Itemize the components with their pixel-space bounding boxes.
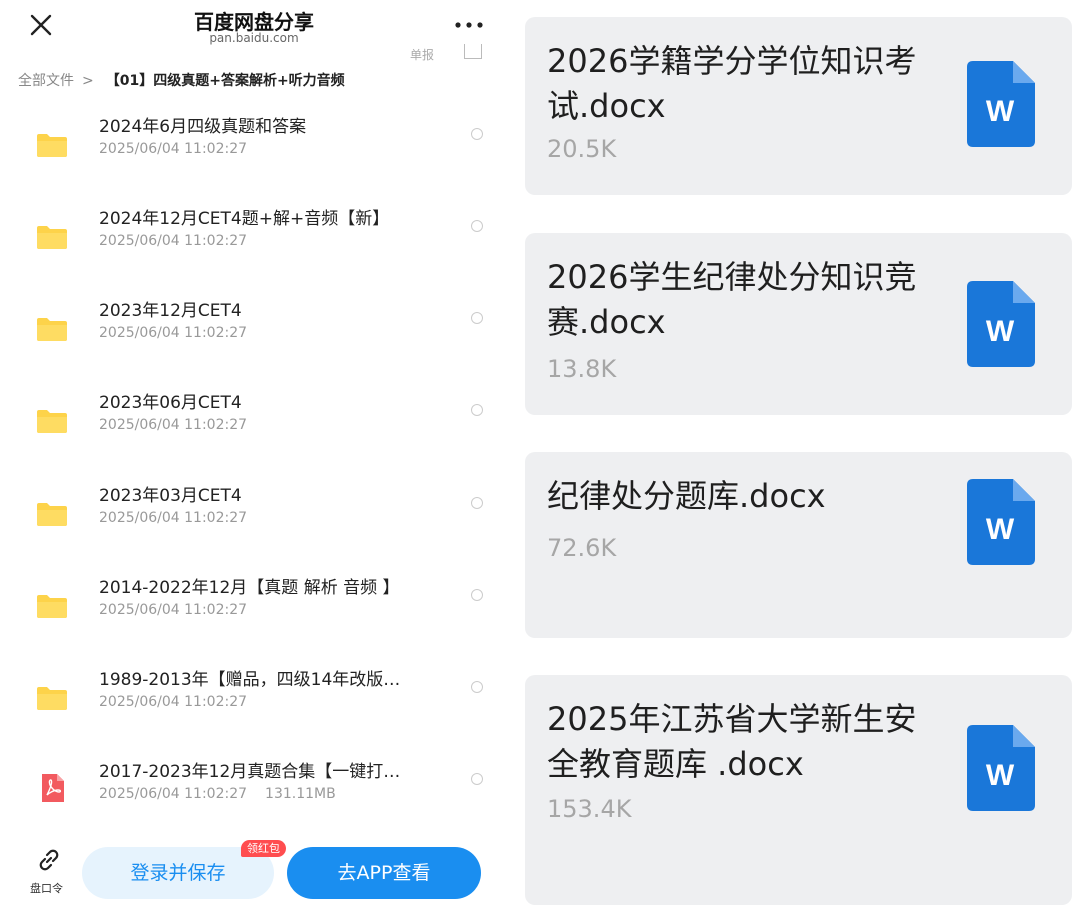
file-row[interactable]: 2017-2023年12月真题合集【一键打… 2025/06/04 11:02:2…: [0, 757, 508, 837]
doc-name[interactable]: 2026学籍学分学位知识考试.docx: [547, 39, 927, 129]
file-row[interactable]: 2023年03月CET4 2025/06/04 11:02:27: [0, 481, 508, 561]
folder-icon: [37, 134, 67, 157]
folder-icon: [37, 226, 67, 249]
word-letter: W: [986, 513, 1015, 546]
file-date: 2025/06/04 11:02:27: [99, 417, 248, 433]
file-name[interactable]: 2023年03月CET4: [99, 481, 242, 506]
breadcrumb-separator: >: [82, 73, 94, 89]
link-icon[interactable]: [36, 847, 62, 873]
doc-size: 72.6K: [547, 534, 617, 562]
doc-size: 20.5K: [547, 135, 617, 163]
file-date: 2025/06/04 11:02:27: [99, 786, 248, 802]
doc-size: 13.8K: [547, 355, 617, 383]
file-row[interactable]: 2023年06月CET4 2025/06/04 11:02:27: [0, 388, 508, 468]
file-name[interactable]: 2014-2022年12月【真题 解析 音频 】: [99, 573, 400, 598]
file-meta: 2025/06/04 11:02:27: [99, 694, 247, 710]
file-name[interactable]: 2024年12月CET4题+解+音频【新】: [99, 204, 389, 229]
file-name[interactable]: 2023年06月CET4: [99, 388, 242, 413]
file-meta: 2025/06/04 11:02:27: [99, 510, 247, 526]
top-bar: 百度网盘分享 pan.baidu.com 单报: [0, 0, 508, 62]
doc-name[interactable]: 2026学生纪律处分知识竞赛.docx: [547, 255, 927, 345]
red-packet-badge: 领红包: [241, 840, 286, 857]
word-letter: W: [986, 95, 1015, 128]
file-row[interactable]: 1989-2013年【赠品，四级14年改版… 2025/06/04 11:02:2…: [0, 665, 508, 745]
file-row[interactable]: 2023年12月CET4 2025/06/04 11:02:27: [0, 296, 508, 376]
document-list-panel: 2026学籍学分学位知识考试.docx 20.5K W 2026学生纪律处分知识竞赛.…: [508, 0, 1080, 921]
select-radio[interactable]: [471, 312, 483, 324]
file-meta: 2025/06/04 11:02:27: [99, 602, 247, 618]
folder-icon: [37, 410, 67, 433]
file-meta: 2025/06/04 11:02:27: [99, 141, 247, 157]
file-date: 2025/06/04 11:02:27: [99, 694, 248, 710]
file-name[interactable]: 2023年12月CET4: [99, 296, 242, 321]
folder-icon: [37, 503, 67, 526]
word-doc-icon: W: [967, 479, 1035, 565]
select-radio[interactable]: [471, 497, 483, 509]
breadcrumb-current: 【01】四级真题+答案解析+听力音频: [105, 73, 345, 89]
doc-name[interactable]: 2025年江苏省大学新生安全教育题库 .docx: [547, 697, 927, 787]
file-meta: 2025/06/04 11:02:27 131.11MB: [99, 786, 336, 802]
doc-name[interactable]: 纪律处分题库.docx: [547, 474, 927, 519]
select-radio[interactable]: [471, 404, 483, 416]
more-icon[interactable]: [455, 22, 483, 28]
file-name[interactable]: 2017-2023年12月真题合集【一键打…: [99, 757, 400, 782]
folder-icon: [37, 318, 67, 341]
word-letter: W: [986, 315, 1015, 348]
select-radio[interactable]: [471, 589, 483, 601]
select-radio[interactable]: [471, 128, 483, 140]
pdf-icon: [42, 774, 64, 802]
folder-icon: [37, 595, 67, 618]
file-date: 2025/06/04 11:02:27: [99, 510, 248, 526]
word-letter: W: [986, 759, 1015, 792]
file-meta: 2025/06/04 11:02:27: [99, 325, 247, 341]
word-doc-icon: W: [967, 725, 1035, 811]
word-doc-icon: W: [967, 281, 1035, 367]
file-name[interactable]: 2024年6月四级真题和答案: [99, 112, 306, 137]
doc-card[interactable]: 2025年江苏省大学新生安全教育题库 .docx 153.4K W: [525, 675, 1072, 905]
file-row[interactable]: 2014-2022年12月【真题 解析 音频 】 2025/06/04 11:02…: [0, 573, 508, 653]
file-row[interactable]: 2024年6月四级真题和答案 2025/06/04 11:02:27: [0, 112, 508, 192]
file-size: 131.11MB: [265, 786, 336, 802]
site-url: pan.baidu.com: [209, 31, 299, 45]
select-radio[interactable]: [471, 681, 483, 693]
select-radio[interactable]: [471, 220, 483, 232]
file-date: 2025/06/04 11:02:27: [99, 602, 248, 618]
file-date: 2025/06/04 11:02:27: [99, 325, 248, 341]
folder-icon: [37, 687, 67, 710]
open-app-button[interactable]: 去APP查看: [287, 847, 481, 899]
file-name[interactable]: 1989-2013年【赠品，四级14年改版…: [99, 665, 400, 690]
doc-card[interactable]: 2026学籍学分学位知识考试.docx 20.5K W: [525, 17, 1072, 195]
select-radio[interactable]: [471, 773, 483, 785]
doc-size: 153.4K: [547, 795, 632, 823]
sort-icon[interactable]: [464, 44, 482, 59]
share-panel: 百度网盘分享 pan.baidu.com 单报 全部文件 > 【01】四级真题+答案…: [0, 0, 508, 921]
link-label[interactable]: 盘口令: [30, 880, 63, 896]
file-meta: 2025/06/04 11:02:27: [99, 417, 247, 433]
file-date: 2025/06/04 11:02:27: [99, 141, 248, 157]
file-meta: 2025/06/04 11:02:27: [99, 233, 247, 249]
bottom-bar: 盘口令 登录并保存 领红包 去APP查看: [0, 835, 508, 911]
word-doc-icon: W: [967, 61, 1035, 147]
doc-card[interactable]: 纪律处分题库.docx 72.6K W: [525, 452, 1072, 638]
file-date: 2025/06/04 11:02:27: [99, 233, 248, 249]
sort-label[interactable]: 单报: [410, 46, 434, 63]
breadcrumb: 全部文件 > 【01】四级真题+答案解析+听力音频: [18, 70, 345, 90]
doc-card[interactable]: 2026学生纪律处分知识竞赛.docx 13.8K W: [525, 233, 1072, 415]
file-row[interactable]: 2024年12月CET4题+解+音频【新】 2025/06/04 11:02:27: [0, 204, 508, 284]
breadcrumb-root[interactable]: 全部文件: [18, 73, 74, 89]
